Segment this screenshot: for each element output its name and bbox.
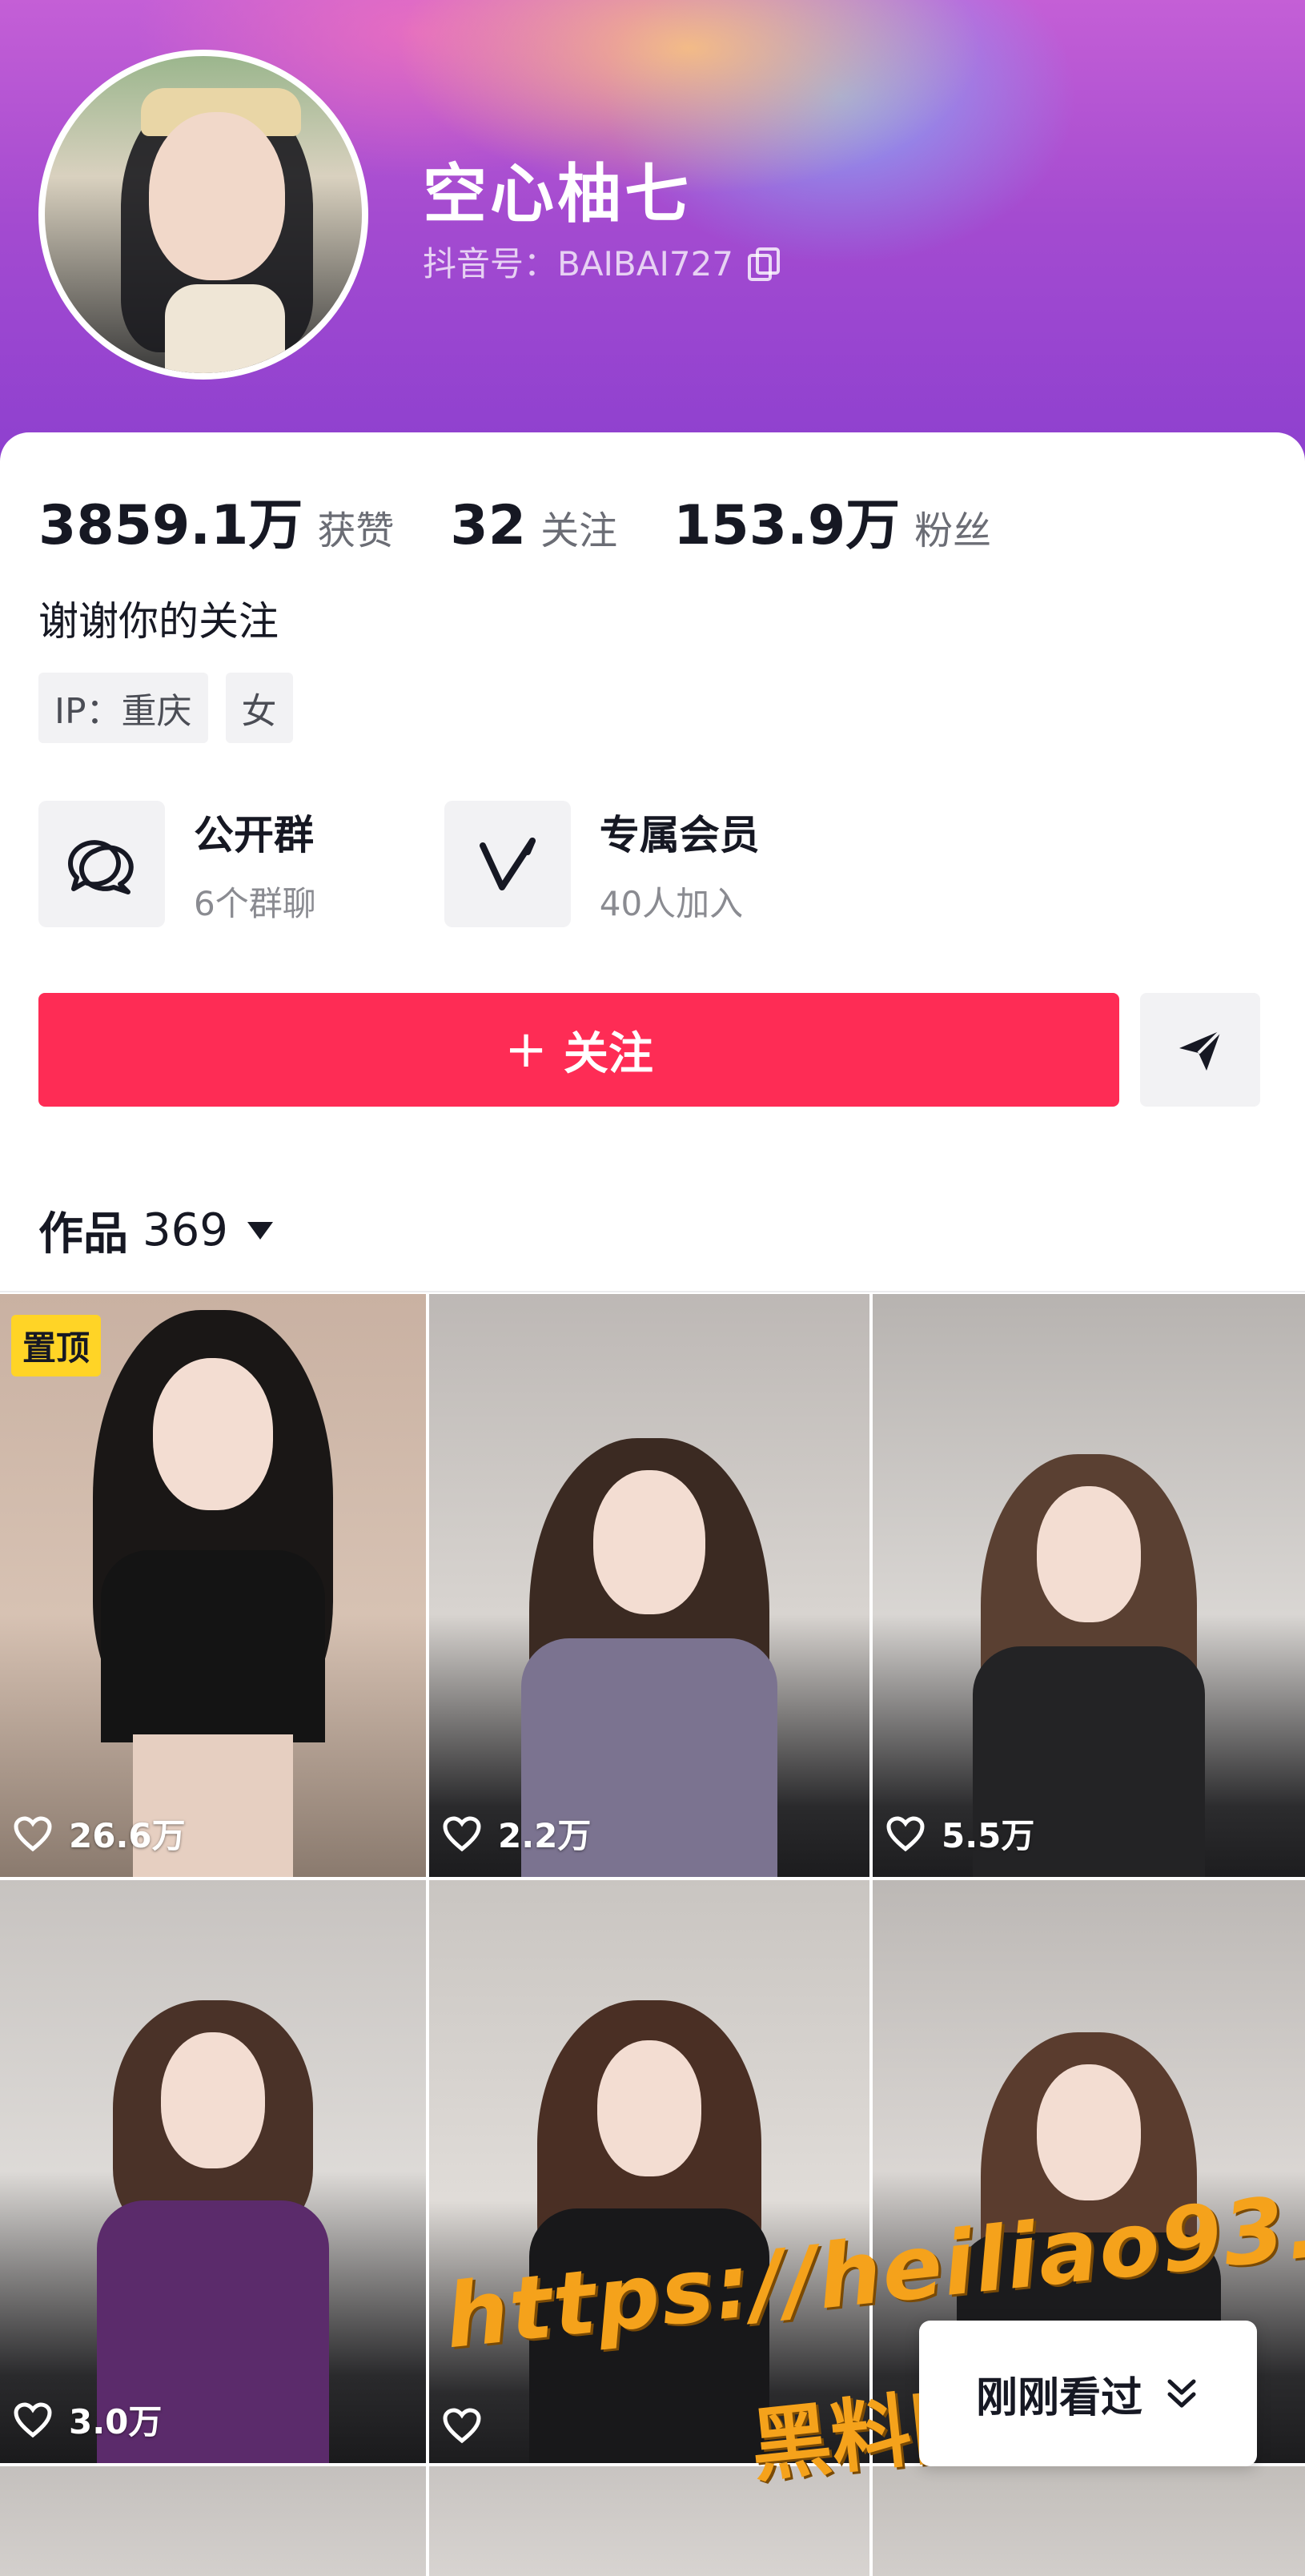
heart-icon (443, 2408, 481, 2444)
likes-count: 2.2万 (498, 1816, 592, 1855)
video-likes: 2.2万 (442, 1809, 591, 1858)
public-group-entry[interactable]: 公开群 6个群聊 (38, 801, 316, 927)
recently-viewed-label: 刚刚看过 (975, 2373, 1142, 2422)
heart-icon (886, 1815, 925, 1851)
feature-title: 专属会员 (599, 811, 760, 858)
send-icon (1179, 1029, 1223, 1071)
heart-icon (14, 1815, 52, 1851)
follow-button[interactable]: + 关注 (38, 993, 1119, 1107)
video-tile[interactable]: 置顶 26.6万 (0, 1294, 426, 1877)
avatar[interactable] (38, 50, 368, 380)
share-button[interactable] (1140, 993, 1260, 1107)
profile-nickname: 空心柚七 (423, 157, 692, 231)
video-tile[interactable]: 5.5万 (873, 1294, 1305, 1877)
avatar-body (165, 284, 285, 373)
stat-value: 153.9万 (673, 494, 901, 557)
plus-icon: + (504, 1020, 548, 1079)
chat-bubbles-icon (38, 801, 165, 927)
avatar-face (149, 112, 285, 280)
video-likes: 26.6万 (13, 1809, 186, 1858)
likes-count: 26.6万 (69, 1816, 186, 1855)
video-tile[interactable] (873, 2466, 1305, 2576)
stat-value: 3859.1万 (38, 494, 303, 557)
follow-label: 关注 (563, 1027, 653, 1080)
douyin-id: 抖音号：BAIBAI727 (423, 244, 734, 283)
likes-count: 5.5万 (942, 1816, 1035, 1855)
video-tile[interactable]: 2.2万 (429, 1294, 869, 1877)
heart-icon (14, 2401, 52, 2437)
feature-subtitle: 40人加入 (599, 883, 744, 923)
profile-header-banner: 空心柚七 抖音号：BAIBAI727 (0, 0, 1305, 480)
feature-subtitle: 6个群聊 (194, 883, 316, 923)
stat-followers[interactable]: 153.9万 粉丝 (673, 480, 991, 560)
tag-gender: 女 (225, 673, 293, 743)
vip-v-icon (444, 801, 571, 927)
stat-label: 关注 (540, 508, 618, 553)
stat-label: 获赞 (317, 508, 395, 553)
works-tab[interactable]: 作品 369 (38, 1198, 273, 1263)
video-tile[interactable]: 3.0万 (0, 1880, 426, 2463)
video-likes: 5.5万 (885, 1809, 1034, 1858)
profile-tags: IP：重庆 女 (38, 673, 293, 743)
tag-ip-location: IP：重庆 (38, 673, 208, 743)
feature-entries: 公开群 6个群聊 专属会员 40人加入 (38, 801, 760, 927)
stat-likes[interactable]: 3859.1万 获赞 (38, 480, 394, 560)
stat-following[interactable]: 32 关注 (450, 494, 617, 557)
stats-row: 3859.1万 获赞 32 关注 153.9万 粉丝 (38, 480, 991, 560)
double-chevron-down-icon (1167, 2379, 1196, 2408)
douyin-id-row: 抖音号：BAIBAI727 (423, 237, 781, 286)
video-tile[interactable] (0, 2466, 426, 2576)
caret-down-icon (247, 1221, 273, 1240)
works-count: 369 (143, 1204, 228, 1256)
recently-viewed-button[interactable]: 刚刚看过 (919, 2321, 1257, 2466)
video-likes: 3.0万 (13, 2395, 162, 2444)
stat-value: 32 (450, 494, 527, 557)
heart-icon (443, 1815, 481, 1851)
copy-icon[interactable] (746, 247, 781, 281)
works-label: 作品 (38, 1208, 128, 1260)
video-likes (442, 2407, 498, 2444)
profile-bio: 谢谢你的关注 (38, 598, 279, 645)
pinned-badge: 置顶 (11, 1315, 102, 1376)
feature-title: 公开群 (194, 811, 314, 858)
vip-member-entry[interactable]: 专属会员 40人加入 (444, 801, 760, 927)
divider (0, 1291, 1305, 1292)
stat-label: 粉丝 (914, 508, 992, 553)
likes-count: 3.0万 (69, 2402, 163, 2441)
